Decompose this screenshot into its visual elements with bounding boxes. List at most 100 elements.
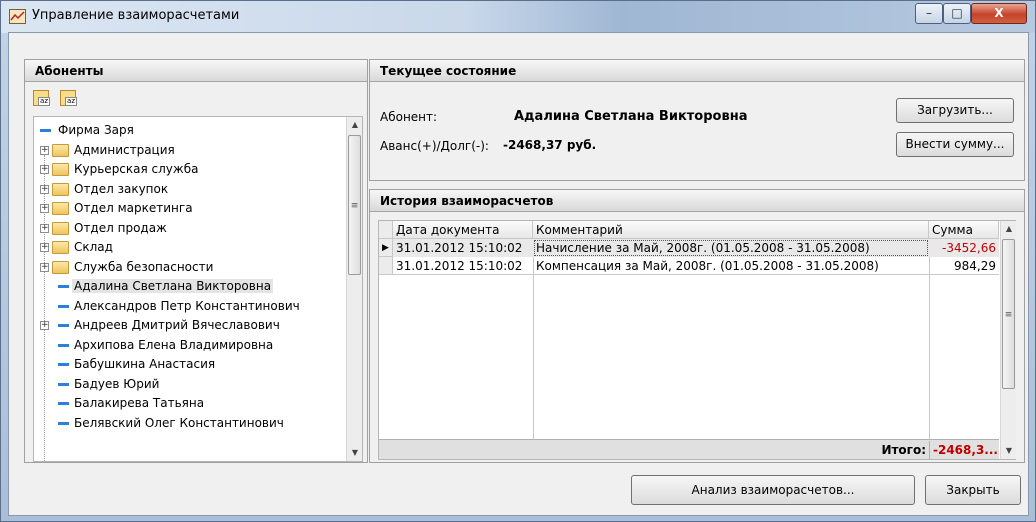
tree-item-label: Бадуев Юрий (74, 376, 160, 391)
row1-amount[interactable]: -3452,66 (929, 239, 999, 257)
person-node-icon (58, 304, 69, 308)
expand-icon[interactable]: + (40, 321, 49, 330)
tree-item[interactable]: + Служба безопасности (34, 258, 350, 277)
person-node-icon (58, 402, 69, 405)
person-node-icon (58, 285, 69, 288)
history-grid[interactable]: Дата документа Комментарий Сумма ▶ 31.01… (378, 220, 1016, 460)
tree-item-label: Архипова Елена Владимировна (74, 337, 274, 352)
subscribers-tree[interactable]: ▲ ≡ ▼ Фирма Заря + Администрация + Курьерска… (33, 116, 363, 462)
person-node-icon (58, 324, 69, 327)
row1-date[interactable]: 31.01.2012 15:10:02 (393, 239, 533, 257)
tree-node-icon (40, 129, 51, 132)
expand-icon[interactable]: + (40, 243, 49, 252)
tree-item-label: Администрация (74, 142, 175, 157)
subscriber-label: Абонент: (380, 110, 438, 124)
tree-item[interactable]: Бадуев Юрий (34, 375, 350, 394)
tree-item[interactable]: + Отдел закупок (34, 180, 350, 199)
folder-icon (52, 241, 69, 254)
folder-icon (52, 163, 69, 176)
tree-item[interactable]: Бабушкина Анастасия (34, 355, 350, 374)
folder-icon (52, 143, 69, 157)
sort-za-icon[interactable]: az (60, 90, 77, 106)
history-panel: История взаиморасчетов Дата документа Ко… (369, 189, 1025, 463)
col-date-header[interactable]: Дата документа (393, 221, 533, 239)
tree-item-label: Андреев Дмитрий Вячеславович (74, 318, 280, 332)
deposit-button[interactable]: Внести сумму... (896, 132, 1014, 157)
tree-item-label: Служба безопасности (74, 259, 214, 274)
scroll-down-icon[interactable]: ▼ (1001, 443, 1017, 459)
folder-icon (52, 202, 69, 215)
tree-item[interactable]: Архипова Елена Владимировна (34, 336, 350, 355)
tree-item-label: Александров Петр Константинович (74, 298, 300, 313)
expand-icon[interactable]: + (40, 145, 49, 155)
tree-item[interactable]: + Отдел продаж (34, 219, 350, 238)
expand-icon[interactable]: + (40, 184, 49, 194)
app-chart-icon (9, 9, 26, 24)
load-button[interactable]: Загрузить... (896, 98, 1014, 123)
person-node-icon (58, 421, 69, 425)
balance-value: -2468,37 руб. (503, 138, 597, 152)
close-window-button[interactable]: X (971, 3, 1027, 24)
tree-item[interactable]: + Администрация (34, 141, 350, 160)
tree-item[interactable]: Александров Петр Константинович (34, 297, 350, 316)
total-value: -2468,3... (929, 441, 999, 459)
tree-item[interactable]: + Отдел маркетинга (34, 199, 350, 218)
row2-date[interactable]: 31.01.2012 15:10:02 (393, 257, 533, 275)
tree-item[interactable]: Фирма Заря (34, 121, 350, 140)
scroll-thumb[interactable]: ≡ (1002, 239, 1015, 389)
subscribers-header: Абоненты (25, 60, 367, 82)
col-comment-header[interactable]: Комментарий (533, 221, 929, 239)
subscribers-panel: Абоненты az az ▲ ≡ ▼ Фирма Заря + Админист… (24, 59, 368, 463)
tree-item[interactable]: + Склад (34, 238, 350, 257)
history-header: История взаиморасчетов (370, 190, 1024, 212)
current-state-header: Текущее состояние (370, 60, 1024, 82)
grid-footer: Итого: -2468,3... (379, 439, 999, 459)
tree-item-label: Адалина Светлана Викторовна (72, 279, 274, 293)
row2-comment[interactable]: Компенсация за Май, 2008г. (01.05.2008 -… (533, 257, 929, 275)
expand-icon[interactable]: + (40, 223, 49, 233)
tree-item[interactable]: + Курьерская служба (34, 160, 350, 179)
expand-icon[interactable]: + (40, 204, 49, 213)
tree-item-label: Отдел маркетинга (74, 201, 193, 215)
grid-scrollbar[interactable]: ▲ ≡ ▼ (1000, 221, 1016, 459)
folder-icon (52, 260, 69, 274)
expand-icon[interactable]: + (40, 262, 49, 272)
tree-item-label: Фирма Заря (58, 123, 134, 137)
col-amount-header[interactable]: Сумма (929, 221, 999, 239)
tree-item-label: Курьерская служба (74, 162, 199, 176)
row2-amount[interactable]: 984,29 (929, 257, 999, 275)
maximize-button[interactable]: □ (943, 3, 971, 24)
tree-item-label: Белявский Олег Константинович (74, 415, 284, 430)
current-state-panel: Текущее состояние Абонент: Адалина Светл… (369, 59, 1025, 181)
folder-icon (52, 221, 69, 235)
subscriber-value: Адалина Светлана Викторовна (514, 109, 748, 124)
tree-item[interactable]: Балакирева Татьяна (34, 394, 350, 413)
tree-item-label: Бабушкина Анастасия (74, 357, 216, 371)
grid-corner (379, 221, 393, 239)
window-client-area: Абоненты az az ▲ ≡ ▼ Фирма Заря + Админист… (8, 32, 1029, 516)
expand-icon[interactable]: + (40, 165, 49, 174)
tree-item[interactable]: Адалина Светлана Викторовна (34, 277, 350, 296)
main-window: Управление взаиморасчетами – □ X Абонент… (0, 0, 1036, 522)
title-bar[interactable]: Управление взаиморасчетами – □ X (1, 1, 1035, 33)
sort-az-icon[interactable]: az (33, 90, 50, 106)
total-label: Итого: (881, 443, 926, 457)
row-indicator (379, 257, 393, 275)
scroll-down-icon[interactable]: ▼ (347, 445, 362, 461)
minimize-button[interactable]: – (915, 3, 943, 24)
window-title: Управление взаиморасчетами (32, 8, 240, 23)
person-node-icon (58, 343, 69, 347)
tree-item-label: Отдел продаж (74, 220, 167, 235)
scroll-up-icon[interactable]: ▲ (1001, 221, 1017, 237)
row1-comment[interactable]: Начисление за Май, 2008г. (01.05.2008 - … (533, 239, 929, 257)
tree-item[interactable]: Белявский Олег Константинович (34, 414, 350, 433)
tree-item-label: Склад (74, 240, 113, 254)
analyze-button[interactable]: Анализ взаиморасчетов... (631, 475, 915, 505)
close-button[interactable]: Закрыть (925, 475, 1021, 505)
balance-label: Аванс(+)/Долг(-): (380, 139, 489, 153)
person-node-icon (58, 382, 69, 386)
tree-item-label: Отдел закупок (74, 181, 169, 196)
tree-item[interactable]: + Андреев Дмитрий Вячеславович (34, 316, 350, 335)
tree-item-label: Балакирева Татьяна (74, 396, 205, 410)
current-row-indicator-icon: ▶ (379, 239, 393, 257)
